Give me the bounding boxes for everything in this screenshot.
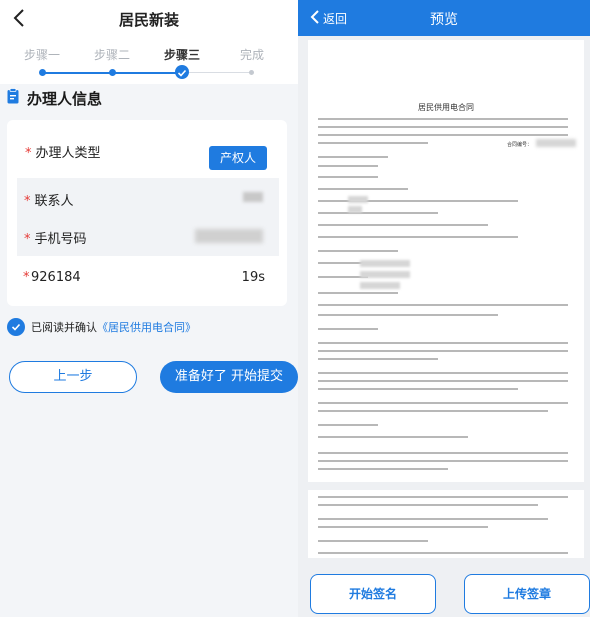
preview-actions: 开始签名 上传签章 (298, 560, 590, 617)
apply-panel: 居民新装 步骤一 步骤二 步骤三 完成 办理人信息 * 办理人类型 产权人 * 联系… (0, 0, 298, 617)
preview-panel: 返回 预览 居民供用电合同 合同编号： 开始签名 上传签章 (298, 0, 590, 617)
contract-text-line (318, 134, 568, 136)
contract-document[interactable]: 居民供用电合同 合同编号： (308, 40, 584, 570)
upload-seal-button[interactable]: 上传签章 (464, 574, 590, 614)
step-check-icon (175, 65, 189, 79)
verify-code-row: * 926184 19s (7, 258, 287, 298)
contact-field[interactable]: * 联系人 (17, 178, 279, 218)
step-dot-2 (109, 69, 116, 76)
submit-button[interactable]: 准备好了 开始提交 (160, 361, 298, 393)
preview-header: 返回 预览 (298, 0, 590, 36)
contract-text-line (318, 372, 568, 374)
contract-number-redacted (536, 139, 576, 147)
required-mark: * (24, 232, 31, 247)
contract-text-line (318, 526, 488, 528)
step-dot-4 (249, 70, 254, 75)
contact-label: 联系人 (34, 194, 74, 209)
handler-type-row: * 办理人类型 产权人 (7, 130, 287, 170)
contract-text-line (318, 142, 428, 144)
handler-type-label: 办理人类型 (35, 146, 101, 161)
preview-title: 预览 (430, 12, 458, 28)
page-separator (308, 482, 584, 490)
phone-label: 手机号码 (34, 232, 87, 247)
step-label-1: 步骤一 (23, 48, 60, 62)
contract-text-line (318, 452, 568, 454)
contract-text-line (318, 224, 488, 226)
start-sign-button[interactable]: 开始签名 (310, 574, 436, 614)
section-header: 办理人信息 (7, 88, 102, 108)
contract-text-line (318, 518, 548, 520)
contract-text-line (318, 176, 378, 178)
contract-text-line (318, 156, 388, 158)
step-label-3: 步骤三 (163, 48, 200, 62)
required-mark: * (25, 146, 32, 161)
agreement-text: 已阅读并确认 (31, 321, 97, 334)
contract-text-line (318, 118, 568, 120)
contact-value-redacted (243, 192, 263, 202)
contract-text-line (318, 540, 428, 542)
contract-text-line (318, 380, 568, 382)
verify-code-input[interactable]: 926184 (31, 270, 81, 285)
contract-number-label: 合同编号： (506, 142, 532, 148)
contract-text-line (318, 328, 378, 330)
apply-header: 居民新装 (0, 0, 298, 40)
phone-value-redacted (195, 229, 263, 243)
contract-text-line (318, 552, 568, 554)
contract-text-line (318, 410, 548, 412)
redacted-field (360, 271, 410, 278)
step-indicator: 步骤一 步骤二 步骤三 完成 (0, 40, 298, 84)
contract-text-line (318, 126, 568, 128)
contract-text-line (318, 504, 538, 506)
check-circle-icon[interactable] (7, 318, 25, 336)
clipboard-icon (7, 88, 19, 108)
required-mark: * (24, 194, 31, 209)
contract-text-line (318, 424, 378, 426)
redacted-field (360, 260, 410, 267)
redacted-field (348, 206, 362, 213)
contract-text-line (318, 460, 568, 462)
contract-title: 居民供用电合同 (418, 103, 474, 112)
redacted-field (348, 196, 368, 203)
contract-link[interactable]: 《居民供用电合同》 (97, 319, 196, 335)
required-mark: * (23, 270, 30, 285)
contract-text-line (318, 436, 468, 438)
contract-text-line (318, 358, 438, 360)
contract-text-line (318, 304, 568, 306)
step-label-2: 步骤二 (93, 48, 130, 62)
agreement-row[interactable]: 已阅读并确认 《居民供用电合同》 (7, 317, 196, 337)
handler-type-button[interactable]: 产权人 (209, 146, 267, 170)
step-label-4: 完成 (239, 48, 264, 62)
redacted-field (360, 282, 400, 289)
contract-text-line (318, 188, 408, 190)
contract-text-line (318, 165, 378, 167)
page-title: 居民新装 (118, 11, 179, 29)
contract-text-line (318, 250, 398, 252)
contract-text-line (318, 212, 438, 214)
prev-step-button[interactable]: 上一步 (9, 361, 137, 393)
section-title: 办理人信息 (27, 89, 103, 108)
step-remaining-line (182, 72, 252, 73)
code-countdown: 19s (241, 270, 265, 285)
handler-info-card: * 办理人类型 产权人 * 联系人 * 手机号码 * 926184 19s (7, 120, 287, 306)
contract-text-line (318, 402, 568, 404)
contract-text-line (318, 292, 398, 294)
contract-text-line (318, 496, 568, 498)
contract-text-line (318, 236, 518, 238)
contract-text-line (318, 314, 498, 316)
contract-text-line (318, 350, 568, 352)
contract-text-line (318, 468, 448, 470)
contract-text-line (318, 388, 518, 390)
phone-field[interactable]: * 手机号码 (17, 216, 279, 256)
contract-text-line (318, 342, 568, 344)
step-dot-1 (39, 69, 46, 76)
